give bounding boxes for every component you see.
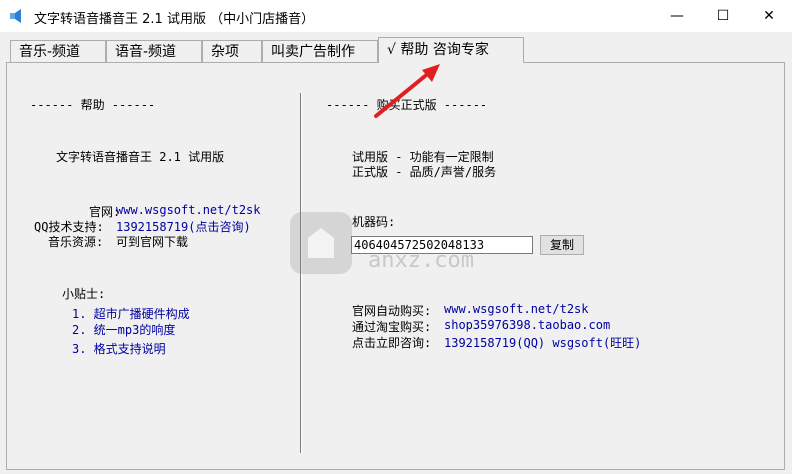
close-button[interactable]: ✕: [746, 0, 792, 32]
tab-misc[interactable]: 杂项: [202, 40, 262, 62]
minimize-button[interactable]: —: [654, 0, 700, 32]
tab-help-consult[interactable]: √ 帮助 咨询专家: [378, 37, 524, 63]
tip-link[interactable]: 2. 统一mp3的响度: [72, 321, 175, 338]
taobao-link[interactable]: shop35976398.taobao.com: [444, 318, 610, 332]
window-title: 文字转语音播音王 2.1 试用版 （中小门店播音）: [34, 12, 315, 27]
app-speaker-icon: [10, 9, 21, 23]
consult-link[interactable]: 1392158719(QQ) wsgsoft(旺旺): [444, 334, 641, 351]
tab-music-channel[interactable]: 音乐-频道: [10, 40, 106, 62]
tip-link[interactable]: 1. 超市广播硬件构成: [72, 305, 190, 322]
taobao-label: 通过淘宝购买:: [352, 320, 432, 334]
red-arrow-annotation-icon: [374, 64, 440, 118]
music-resource-value: 可到官网下载: [116, 235, 189, 249]
tip-link[interactable]: 3. 格式支持说明: [72, 340, 166, 357]
music-resource-label: 音乐资源:: [48, 235, 104, 249]
copy-button[interactable]: 复制: [540, 235, 584, 255]
auto-buy-link[interactable]: www.wsgsoft.net/t2sk: [444, 302, 589, 316]
tab-ad-production[interactable]: 叫卖广告制作: [262, 40, 378, 62]
website-link[interactable]: www.wsgsoft.net/t2sk: [116, 203, 261, 217]
full-description: 正式版 - 品质/声誉/服务: [352, 165, 497, 179]
consult-label: 点击立即咨询:: [352, 336, 432, 350]
help-header: ------ 帮助 ------: [30, 98, 156, 112]
tips-header: 小贴士:: [62, 287, 106, 301]
machine-code-field[interactable]: 40640457250204813З: [351, 236, 533, 254]
machine-code-label: 机器码:: [352, 215, 396, 229]
auto-buy-label: 官网自动购买:: [352, 304, 432, 318]
tab-voice-channel[interactable]: 语音-频道: [106, 40, 202, 62]
product-name: 文字转语音播音王 2.1 试用版: [56, 150, 225, 164]
title-bar: 文字转语音播音王 2.1 试用版 （中小门店播音） — ☐ ✕: [0, 0, 792, 32]
maximize-button[interactable]: ☐: [700, 0, 746, 32]
